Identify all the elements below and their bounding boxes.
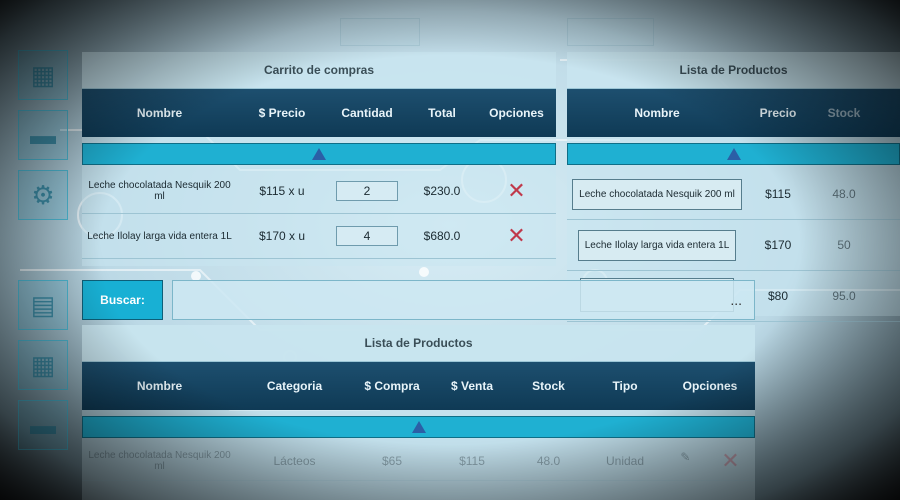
product-type: Unidad xyxy=(605,454,645,468)
sort-bar[interactable] xyxy=(82,143,556,165)
col-header-precio[interactable]: Precio xyxy=(747,106,809,120)
delete-icon[interactable]: ✕ xyxy=(477,180,556,202)
delete-icon[interactable]: ✕ xyxy=(477,225,556,247)
col-header-stock[interactable]: Stock xyxy=(809,106,879,120)
col-header-nombre[interactable]: Nombre xyxy=(567,106,747,120)
product-price: $115 xyxy=(765,187,791,201)
product-table-header: Nombre Categoria $ Compra $ Venta Stock … xyxy=(82,362,755,410)
product-stock: 48.0 xyxy=(832,187,856,201)
product-price: $115 x u xyxy=(259,184,305,198)
cart-table-header: Nombre $ Precio Cantidad Total Opciones xyxy=(82,89,556,137)
side-product-panel: Lista de Productos Nombre Precio Stock L… xyxy=(567,52,900,322)
search-input[interactable] xyxy=(172,280,755,320)
wallet-icon[interactable]: ▬ xyxy=(18,400,68,450)
product-buy-price: $65 xyxy=(381,454,403,468)
side-product-title: Lista de Productos xyxy=(567,52,900,89)
col-header-precio[interactable]: $ Precio xyxy=(237,106,327,120)
product-category: Lácteos xyxy=(273,454,316,468)
table-row[interactable]: Leche chocolatada Nesquik 200 ml $115 x … xyxy=(82,169,556,214)
table-row[interactable]: Leche Ilolay larga vida entera 1L $170 x… xyxy=(82,214,556,259)
cart-panel: Carrito de compras Nombre $ Precio Canti… xyxy=(82,52,556,266)
product-stock: 95.0 xyxy=(832,289,856,303)
sidebar: ▦ ▬ ⚙ ▤ ▦ ▬ xyxy=(18,50,73,460)
side-table-header: Nombre Precio Stock xyxy=(567,89,900,137)
top-field-left xyxy=(340,18,420,46)
wallet-icon[interactable]: ▬ xyxy=(18,110,68,160)
cart-title: Carrito de compras xyxy=(82,52,556,89)
sort-bar[interactable] xyxy=(82,416,755,438)
col-header-opciones[interactable]: Opciones xyxy=(665,379,755,393)
sort-up-icon xyxy=(726,148,741,160)
product-price: $80 xyxy=(767,289,789,303)
product-name: Leche chocolatada Nesquik 200 ml xyxy=(88,450,231,472)
quantity-field[interactable]: 2 xyxy=(336,181,398,201)
delete-icon[interactable]: ✕ xyxy=(721,450,739,472)
col-header-tipo[interactable]: Tipo xyxy=(585,379,665,393)
col-header-nombre[interactable]: Nombre xyxy=(82,379,237,393)
table-row[interactable]: Leche chocolatada Nesquik 200 ml $115 48… xyxy=(567,169,900,220)
edit-icon[interactable]: ✎ xyxy=(680,450,690,472)
col-header-nombre[interactable]: Nombre xyxy=(82,106,237,120)
col-header-venta[interactable]: $ Venta xyxy=(432,379,512,393)
col-header-total[interactable]: Total xyxy=(407,106,477,120)
table-row[interactable]: Leche Ilolay larga vida entera 1L $170 5… xyxy=(567,220,900,271)
product-price: $170 x u xyxy=(258,229,306,243)
product-name: Leche chocolatada Nesquik 200 ml xyxy=(88,180,231,202)
product-sell-price: $115 xyxy=(459,454,485,468)
product-name: Leche Ilolay larga vida entera 1L xyxy=(87,230,232,242)
sort-up-icon xyxy=(411,421,426,433)
cash-register-icon[interactable]: ▦ xyxy=(18,50,68,100)
cash-register-icon[interactable]: ▦ xyxy=(18,340,68,390)
product-name-button[interactable]: Leche chocolatada Nesquik 200 ml xyxy=(572,178,742,210)
product-stock: 48.0 xyxy=(536,454,561,468)
shelf-icon[interactable]: ▤ xyxy=(18,280,68,330)
product-list-panel: Lista de Productos Nombre Categoria $ Co… xyxy=(82,325,755,500)
product-price: $170 xyxy=(764,238,792,252)
table-row[interactable]: Leche chocolatada Nesquik 200 ml Lácteos… xyxy=(82,442,755,481)
gear-icon[interactable]: ⚙ xyxy=(18,170,68,220)
sort-bar[interactable] xyxy=(567,143,900,165)
row-total: $680.0 xyxy=(423,229,461,243)
product-stock: 50 xyxy=(837,238,851,252)
col-header-compra[interactable]: $ Compra xyxy=(352,379,432,393)
col-header-stock[interactable]: Stock xyxy=(512,379,585,393)
search-label: Buscar: xyxy=(82,280,163,320)
top-field-right xyxy=(567,18,654,46)
row-total: $230.0 xyxy=(423,184,461,198)
product-list-title: Lista de Productos xyxy=(82,325,755,362)
col-header-categoria[interactable]: Categoria xyxy=(237,379,352,393)
sort-up-icon xyxy=(312,148,326,160)
col-header-cantidad[interactable]: Cantidad xyxy=(327,106,407,120)
quantity-field[interactable]: 4 xyxy=(336,226,398,246)
product-name-button[interactable]: Leche Ilolay larga vida entera 1L xyxy=(577,229,737,261)
col-header-opciones[interactable]: Opciones xyxy=(477,106,556,120)
